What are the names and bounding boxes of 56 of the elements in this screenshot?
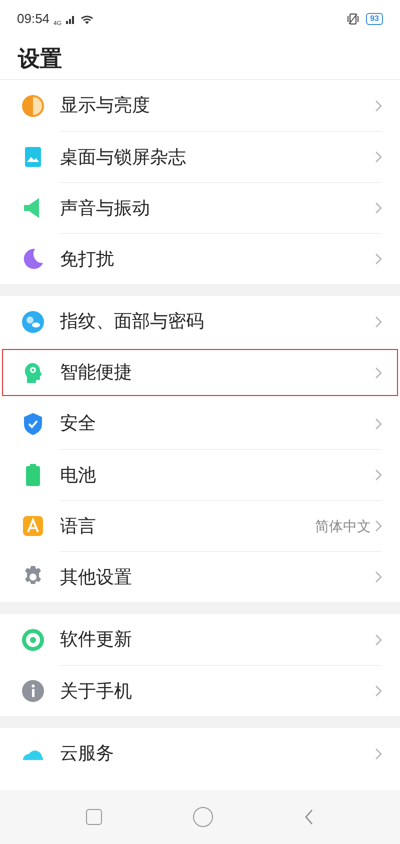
settings-row[interactable]: 电池 xyxy=(0,449,400,500)
chevron-icon xyxy=(375,151,382,163)
row-label: 安全 xyxy=(60,412,97,435)
wifi-icon xyxy=(80,14,94,24)
letter-tile-icon xyxy=(21,514,45,538)
settings-row[interactable]: 软件更新 xyxy=(0,614,400,665)
chevron-icon xyxy=(375,571,382,583)
back-button[interactable] xyxy=(304,809,314,825)
settings-row[interactable]: 语言 简体中文 xyxy=(0,500,400,551)
settings-row[interactable]: 云服务 xyxy=(0,728,400,779)
clock: 09:54 xyxy=(17,10,50,28)
settings-row[interactable]: 桌面与锁屏杂志 xyxy=(0,131,400,182)
home-button[interactable] xyxy=(192,807,213,827)
row-label: 语言 xyxy=(60,514,97,538)
vibrate-off-icon xyxy=(346,13,360,25)
signal-icon xyxy=(66,14,76,24)
chevron-icon xyxy=(375,748,382,760)
recent-apps-button[interactable] xyxy=(86,809,102,825)
row-label: 免打扰 xyxy=(60,248,115,270)
row-value: 简体中文 xyxy=(315,516,371,536)
chevron-icon xyxy=(375,469,382,481)
settings-row[interactable]: 指纹、面部与密码 xyxy=(0,296,400,347)
settings-row[interactable]: 显示与亮度 xyxy=(0,80,400,131)
row-label: 声音与振动 xyxy=(60,196,151,220)
page-title: 设置 xyxy=(18,45,62,73)
row-label: 桌面与锁屏杂志 xyxy=(60,146,187,168)
settings-row[interactable]: 智能便捷 xyxy=(0,347,400,398)
row-label: 其他设置 xyxy=(60,566,133,588)
info-icon xyxy=(21,678,45,702)
chevron-icon xyxy=(375,418,382,430)
settings-row[interactable]: 声音与振动 xyxy=(0,182,400,233)
half-circle-icon xyxy=(21,94,45,118)
settings-row[interactable]: 安全 xyxy=(0,398,400,449)
chevron-icon xyxy=(375,316,382,328)
moon-icon xyxy=(21,246,45,270)
settings-row[interactable]: 免打扰 xyxy=(0,233,400,284)
refresh-icon xyxy=(21,628,45,652)
face-lock-icon xyxy=(21,310,45,334)
row-label: 电池 xyxy=(60,464,97,486)
chevron-icon xyxy=(375,100,382,112)
row-label: 智能便捷 xyxy=(60,361,133,384)
chevron-icon xyxy=(375,253,382,265)
chevron-icon xyxy=(375,685,382,697)
row-label: 关于手机 xyxy=(60,680,133,702)
chevron-icon xyxy=(375,366,382,378)
row-label: 软件更新 xyxy=(60,628,133,651)
row-label: 显示与亮度 xyxy=(60,94,151,117)
row-label: 指纹、面部与密码 xyxy=(60,310,205,333)
shield-icon xyxy=(21,412,45,436)
chevron-icon xyxy=(375,634,382,646)
chevron-icon xyxy=(375,202,382,214)
settings-row[interactable]: 关于手机 xyxy=(0,665,400,716)
chevron-icon xyxy=(375,520,382,532)
row-label: 云服务 xyxy=(60,742,115,765)
settings-row[interactable]: 其他设置 xyxy=(0,551,400,602)
battery-indicator: 93 xyxy=(366,13,383,25)
